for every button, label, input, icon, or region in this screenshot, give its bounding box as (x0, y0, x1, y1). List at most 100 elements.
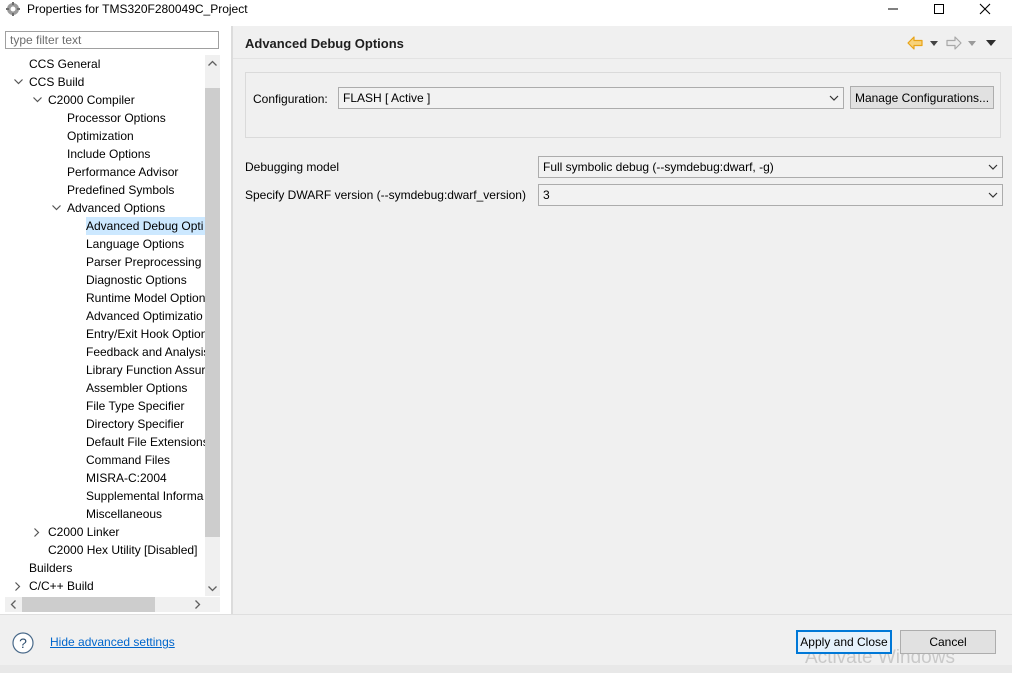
minimize-button[interactable] (870, 0, 916, 18)
tree-item[interactable]: C/C++ Build (0, 577, 205, 595)
scroll-left-icon[interactable] (5, 597, 20, 612)
chevron-down-icon (988, 192, 998, 198)
configuration-select[interactable]: FLASH [ Active ] (338, 87, 844, 109)
forward-menu-icon (968, 40, 976, 46)
tree-item[interactable]: Library Function Assur (0, 361, 205, 379)
tree-item-label: Performance Advisor (67, 165, 179, 179)
tree-item-label: Include Options (67, 147, 151, 161)
tree-item-label: Runtime Model Option (86, 291, 205, 305)
tree-item[interactable]: Builders (0, 559, 205, 577)
tree-item-label: Advanced Optimizatio (86, 309, 203, 323)
chevron-down-icon (829, 95, 839, 101)
forward-button[interactable] (946, 34, 962, 52)
tree-item[interactable]: Directory Specifier (0, 415, 205, 433)
tree-item[interactable]: Supplemental Informa (0, 487, 205, 505)
background-window-edge (0, 665, 1012, 673)
chevron-right-icon[interactable] (31, 523, 43, 541)
tree-item[interactable]: Feedback and Analysis (0, 343, 205, 361)
tree-item[interactable]: Advanced Optimizatio (0, 307, 205, 325)
chevron-right-icon[interactable] (12, 577, 24, 595)
tree-item[interactable]: Optimization (0, 127, 205, 145)
tree-item[interactable]: C2000 Hex Utility [Disabled] (0, 541, 205, 559)
tree-item[interactable]: Miscellaneous (0, 505, 205, 523)
debugging-model-value: Full symbolic debug (--symdebug:dwarf, -… (543, 160, 774, 174)
chevron-down-icon[interactable] (12, 73, 24, 91)
tree-item[interactable]: Advanced Debug Opti (0, 217, 205, 235)
title-separator (233, 58, 1012, 59)
tree-item[interactable]: Advanced Options (0, 199, 205, 217)
tree-item-label: CCS General (29, 57, 101, 71)
tree-item[interactable]: Language Options (0, 235, 205, 253)
filter-input[interactable] (5, 31, 219, 49)
view-menu-button[interactable] (986, 34, 996, 52)
tree-item-label: Supplemental Informa (86, 489, 204, 503)
tree-item[interactable]: CCS General (0, 55, 205, 73)
tree-item[interactable]: Command Files (0, 451, 205, 469)
scrollbar-thumb[interactable] (22, 597, 155, 612)
sidebar: CCS General CCS Build C2000 Compiler Proces… (0, 26, 231, 614)
close-icon (979, 3, 991, 15)
tree-item-label: Feedback and Analysis (86, 345, 205, 359)
forward-arrow-icon (946, 36, 962, 50)
tree-item-label: Parser Preprocessing C (86, 255, 205, 269)
tree-item[interactable]: Processor Options (0, 109, 205, 127)
tree-item[interactable]: Assembler Options (0, 379, 205, 397)
dwarf-version-select[interactable]: 3 (538, 184, 1003, 206)
help-icon[interactable]: ? (12, 632, 34, 654)
tree-item[interactable]: MISRA-C:2004 (0, 469, 205, 487)
tree-item[interactable]: Include Options (0, 145, 205, 163)
tree-item-label: C2000 Linker (48, 525, 120, 539)
tree-item-label: Library Function Assur (86, 363, 205, 377)
scroll-up-icon[interactable] (205, 55, 220, 70)
tree-item-label: Predefined Symbols (67, 183, 175, 197)
tree-item-label: Advanced Debug Opti (86, 217, 205, 235)
scroll-down-icon[interactable] (205, 581, 220, 596)
tree-item-label: Language Options (86, 237, 185, 251)
tree-horizontal-scrollbar[interactable] (5, 597, 205, 612)
chevron-down-icon[interactable] (50, 199, 62, 217)
configuration-value: FLASH [ Active ] (343, 91, 431, 105)
property-tree: CCS General CCS Build C2000 Compiler Proces… (0, 55, 205, 596)
tree-item[interactable]: Diagnostic Options (0, 271, 205, 289)
tree-item[interactable]: File Type Specifier (0, 397, 205, 415)
tree-item-label: Advanced Options (67, 201, 166, 215)
window-title: Properties for TMS320F280049C_Project (27, 2, 248, 16)
tree-item[interactable]: C2000 Linker (0, 523, 205, 541)
cancel-button[interactable]: Cancel (900, 630, 996, 654)
back-arrow-icon (907, 36, 923, 50)
maximize-button[interactable] (916, 0, 962, 18)
forward-menu-button[interactable] (968, 34, 976, 52)
tree-item[interactable]: C2000 Compiler (0, 91, 205, 109)
back-button[interactable] (907, 34, 923, 52)
debugging-model-select[interactable]: Full symbolic debug (--symdebug:dwarf, -… (538, 156, 1003, 178)
tree-item[interactable]: CCS Build (0, 73, 205, 91)
tree-item[interactable]: Runtime Model Option (0, 289, 205, 307)
back-menu-button[interactable] (930, 34, 938, 52)
back-menu-icon (930, 40, 938, 46)
tree-item[interactable]: Predefined Symbols (0, 181, 205, 199)
tree-vertical-scrollbar[interactable] (205, 55, 220, 596)
tree-item[interactable]: Default File Extensions (0, 433, 205, 451)
maximize-icon (934, 4, 944, 14)
scroll-right-icon[interactable] (190, 597, 205, 612)
tree-item-label: C2000 Hex Utility [Disabled] (48, 543, 198, 557)
manage-configurations-button[interactable]: Manage Configurations... (850, 86, 994, 109)
tree-item-label: Miscellaneous (86, 507, 163, 521)
tree-item[interactable]: Entry/Exit Hook Option (0, 325, 205, 343)
debugging-model-label: Debugging model (245, 160, 340, 174)
tree-item-label: Diagnostic Options (86, 273, 187, 287)
chevron-down-icon[interactable] (31, 91, 43, 109)
tree-item-label: Default File Extensions (86, 435, 205, 449)
view-menu-icon (986, 40, 996, 46)
scrollbar-thumb[interactable] (205, 88, 220, 537)
tree-item-label: File Type Specifier (86, 399, 185, 413)
tree-item-label: Entry/Exit Hook Option (86, 327, 205, 341)
tree-item[interactable]: Performance Advisor (0, 163, 205, 181)
tree-item-label: Optimization (67, 129, 134, 143)
apply-and-close-button[interactable]: Apply and Close (796, 630, 892, 654)
hide-advanced-settings-link[interactable]: Hide advanced settings (50, 635, 175, 649)
app-gear-icon (5, 1, 21, 17)
tree-item[interactable]: Parser Preprocessing C (0, 253, 205, 271)
dwarf-version-value: 3 (543, 188, 550, 202)
close-button[interactable] (962, 0, 1008, 18)
